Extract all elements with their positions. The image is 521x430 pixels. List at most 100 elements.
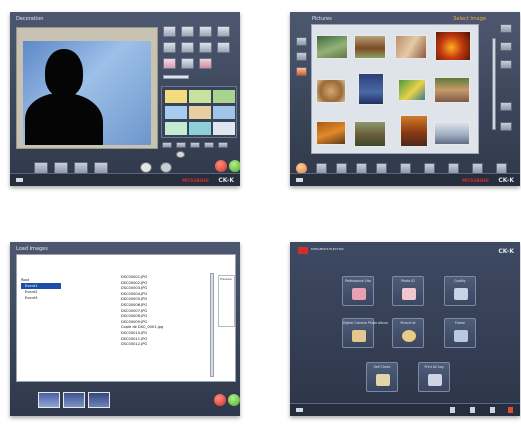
frame-option[interactable] [213,122,235,135]
menu-photo-id[interactable]: Photo ID [392,276,424,306]
page-button[interactable] [500,42,512,51]
tool-button[interactable] [181,26,194,37]
photo-thumbnail[interactable] [316,79,346,103]
print-icon[interactable] [140,162,152,173]
frame-option[interactable] [165,90,187,103]
page-button[interactable] [500,102,512,111]
tool-button[interactable] [163,42,176,53]
folder-icon [352,288,366,300]
scroll-down-button[interactable] [500,122,512,131]
tree-item[interactable]: Event3 [21,295,61,301]
photo-thumbnail[interactable] [434,121,470,145]
menu-label: Digital Camera Photo Album [343,321,389,325]
tool-button[interactable] [163,58,176,69]
thumbnail-strip [38,392,112,410]
frame-option[interactable] [189,106,211,119]
menu-label: Frame [455,321,465,325]
photo-canvas[interactable] [16,27,158,149]
photo-thumbnail[interactable] [395,35,427,59]
small-button[interactable] [162,142,172,148]
menu-label: Picture Id [400,321,416,325]
side-button[interactable] [296,37,307,46]
status-icon [490,407,495,413]
tool-button[interactable] [163,26,176,37]
panel-title: Load Images [16,246,48,252]
side-button[interactable] [296,67,307,76]
ckk-logo: CK-K [498,177,514,184]
photo-thumbnail[interactable] [38,392,60,408]
page-button[interactable] [500,60,512,69]
status-icon [470,407,475,413]
load-images-panel: Load Images Root Event1 Event2 Event3 DS… [10,242,240,416]
photo-thumbnail[interactable] [400,115,428,147]
tool-button[interactable] [199,58,212,69]
menu-label: Self Check [373,365,391,369]
menu-digital-camera[interactable]: Digital Camera Photo Album [342,318,389,348]
scrollbar[interactable] [210,273,214,377]
brand-mark: MITSUBISHI [182,178,209,183]
frame-option[interactable] [213,106,235,119]
file-item[interactable]: DSC00012.JPG [121,342,181,348]
photo-thumbnail[interactable] [88,392,110,408]
frame-option[interactable] [213,90,235,103]
small-button[interactable] [218,142,228,148]
dial-icon[interactable] [176,151,185,158]
status-bar: MITSUBISHI CK-K [10,173,240,186]
ok-button[interactable] [229,160,240,172]
decoration-panel: Decoration MITSUBISHI CK-K [10,12,240,186]
menu-frame[interactable]: Frame [444,318,476,348]
menu-quality[interactable]: Quality [444,276,476,306]
file-list[interactable]: DSC00001.JPG DSC00002.JPG DSC00003.JPG D… [121,275,181,348]
frame-option[interactable] [165,122,187,135]
status-icon [508,407,513,413]
cancel-button[interactable] [215,160,227,172]
photo-thumbnail[interactable] [434,77,470,103]
slider[interactable] [163,75,189,79]
ok-button[interactable] [228,394,240,406]
menu-label: Quality [454,279,466,283]
tool-button[interactable] [217,42,230,53]
photo-thumbnail[interactable] [435,31,471,61]
photo-thumbnail[interactable] [316,121,346,145]
menu-label: Professional Use [344,279,372,283]
small-button[interactable] [190,142,200,148]
status-bar: MITSUBISHI CK-K [290,173,520,186]
tool-button[interactable] [181,42,194,53]
tool-button[interactable] [217,26,230,37]
folder-tree[interactable]: Root Event1 Event2 Event3 [21,277,61,301]
frame-option[interactable] [189,122,211,135]
menu-picture-id[interactable]: Picture Id [392,318,424,348]
id-card-icon [402,288,416,300]
photo-thumbnail[interactable] [398,79,426,101]
menu-professional-use[interactable]: Professional Use [342,276,374,306]
rotate-icon[interactable] [160,162,172,173]
frame-icon [454,330,468,342]
photo-thumbnail[interactable] [63,392,85,408]
album-icon [352,330,366,342]
panel-title: Decoration [16,16,44,22]
photo-thumbnail[interactable] [354,121,386,147]
pictures-panel: Pictures Select Image MITSUBISHI CK-K [290,12,520,186]
frame-option[interactable] [165,106,187,119]
tool-button[interactable] [199,42,212,53]
small-button[interactable] [176,142,186,148]
photo-thumbnail[interactable] [354,35,386,59]
small-button[interactable] [204,142,214,148]
scrollbar[interactable] [492,38,496,130]
panel-title-right: Select Image [453,16,486,22]
frame-option[interactable] [189,90,211,103]
photo-thumbnail[interactable] [316,35,348,59]
menu-self-check[interactable]: Self Check [366,362,398,392]
frame-palette [161,86,237,138]
photo-thumbnail[interactable] [358,73,384,105]
camera-icon [454,288,468,300]
tool-button[interactable] [199,26,212,37]
scroll-up-button[interactable] [500,24,512,33]
side-button[interactable] [296,52,307,61]
menu-print-all-log[interactable]: Print All Log [418,362,450,392]
menu-label: Print All Log [424,365,444,369]
tool-button[interactable] [181,58,194,69]
ckk-logo: CK-K [498,248,514,255]
cancel-button[interactable] [214,394,226,406]
phone-icon [376,374,390,386]
